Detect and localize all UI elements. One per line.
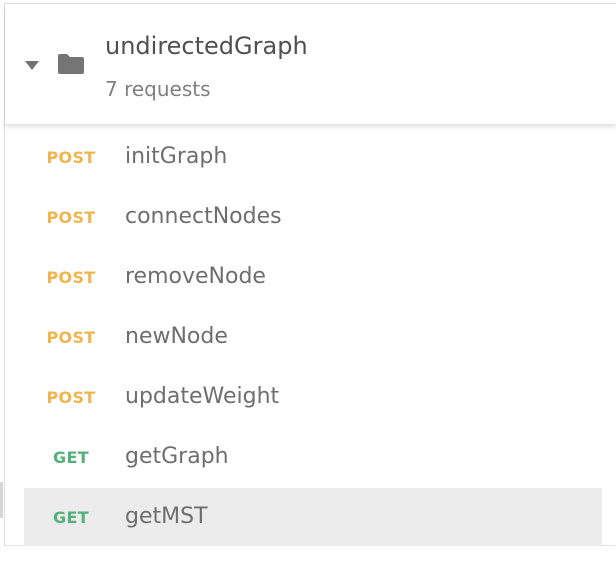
request-row-connectnodes[interactable]: POST connectNodes xyxy=(5,186,616,246)
request-count: 7 requests xyxy=(105,77,211,101)
request-row-getmst[interactable]: GET getMST xyxy=(5,486,616,546)
method-badge: POST xyxy=(46,268,96,287)
folder-icon xyxy=(58,54,84,74)
request-name: getMST xyxy=(125,504,208,529)
request-name: connectNodes xyxy=(125,204,282,229)
method-badge: POST xyxy=(46,208,96,227)
request-name: initGraph xyxy=(125,144,228,169)
method-badge: GET xyxy=(53,508,89,527)
request-name: getGraph xyxy=(125,444,229,469)
request-row-newnode[interactable]: POST newNode xyxy=(5,306,616,366)
method-badge: POST xyxy=(46,148,96,167)
method-badge: GET xyxy=(53,448,89,467)
request-row-updateweight[interactable]: POST updateWeight xyxy=(5,366,616,426)
caret-down-icon[interactable] xyxy=(25,61,39,70)
collection-header[interactable]: undirectedGraph 7 requests xyxy=(5,4,616,124)
left-edge-marker xyxy=(0,482,3,518)
request-row-initgraph[interactable]: POST initGraph xyxy=(5,126,616,186)
collection-title: undirectedGraph xyxy=(105,32,308,60)
request-row-getgraph[interactable]: GET getGraph xyxy=(5,426,616,486)
request-row-removenode[interactable]: POST removeNode xyxy=(5,246,616,306)
request-name: updateWeight xyxy=(125,384,280,409)
request-name: newNode xyxy=(125,324,228,349)
collection-panel: undirectedGraph 7 requests POST initGrap… xyxy=(4,3,616,546)
method-badge: POST xyxy=(46,388,96,407)
request-list: POST initGraph POST connectNodes POST re… xyxy=(5,126,616,546)
request-name: removeNode xyxy=(125,264,266,289)
method-badge: POST xyxy=(46,328,96,347)
